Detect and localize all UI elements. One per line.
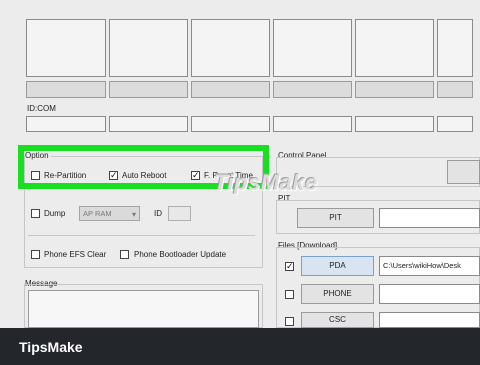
phone-bootloader-update-checkbox[interactable]	[120, 250, 129, 259]
pda-button[interactable]: PDA	[301, 256, 374, 276]
csc-path-field[interactable]	[379, 312, 480, 328]
id-com-box-2	[109, 116, 188, 132]
phone-bootloader-update-label: Phone Bootloader Update	[134, 250, 227, 259]
dump-label: Dump	[44, 209, 66, 218]
id-com-label: ID:COM	[27, 104, 56, 113]
start-button[interactable]	[447, 160, 480, 184]
port-progress-bar-4	[273, 81, 352, 98]
port-status-box-2	[109, 19, 188, 77]
port-status-box-3	[191, 19, 270, 77]
port-progress-bar-2	[109, 81, 188, 98]
message-textarea[interactable]	[28, 290, 259, 328]
port-progress-bar-1	[26, 81, 106, 98]
ap-ram-select[interactable]: AP RAM	[79, 206, 140, 221]
port-progress-bar-3	[191, 81, 270, 98]
id-com-box-1	[26, 116, 106, 132]
id-com-box-4	[273, 116, 352, 132]
port-status-box-4	[273, 19, 352, 77]
port-status-box-5	[355, 19, 434, 77]
csc-button[interactable]: CSC	[301, 312, 374, 328]
id-label: ID	[154, 209, 162, 218]
phone-path-field[interactable]	[379, 284, 480, 304]
id-com-box-6	[437, 116, 473, 132]
pit-path-field[interactable]	[379, 208, 480, 228]
dump-checkbox[interactable]	[31, 209, 40, 218]
id-com-box-5	[355, 116, 434, 132]
watermark-text: TipsMake	[214, 170, 318, 195]
pda-checkbox[interactable]	[285, 262, 294, 271]
pda-path-field[interactable]: C:\Users\wikiHow\Desk	[379, 256, 480, 276]
id-com-box-3	[191, 116, 270, 132]
phone-efs-clear-label: Phone EFS Clear	[44, 250, 107, 259]
port-status-box-1	[26, 19, 106, 77]
footer-brand: TipsMake	[19, 339, 83, 355]
phone-button[interactable]: PHONE	[301, 284, 374, 304]
phone-efs-clear-checkbox[interactable]	[31, 250, 40, 259]
id-input[interactable]	[168, 206, 191, 221]
footer-bar: TipsMake	[0, 328, 480, 365]
csc-checkbox[interactable]	[285, 317, 294, 326]
pit-button[interactable]: PIT	[297, 208, 374, 228]
port-progress-bar-5	[355, 81, 434, 98]
port-progress-bar-6	[437, 81, 473, 98]
phone-checkbox[interactable]	[285, 290, 294, 299]
option-divider	[28, 235, 255, 236]
port-status-box-6	[437, 19, 473, 77]
